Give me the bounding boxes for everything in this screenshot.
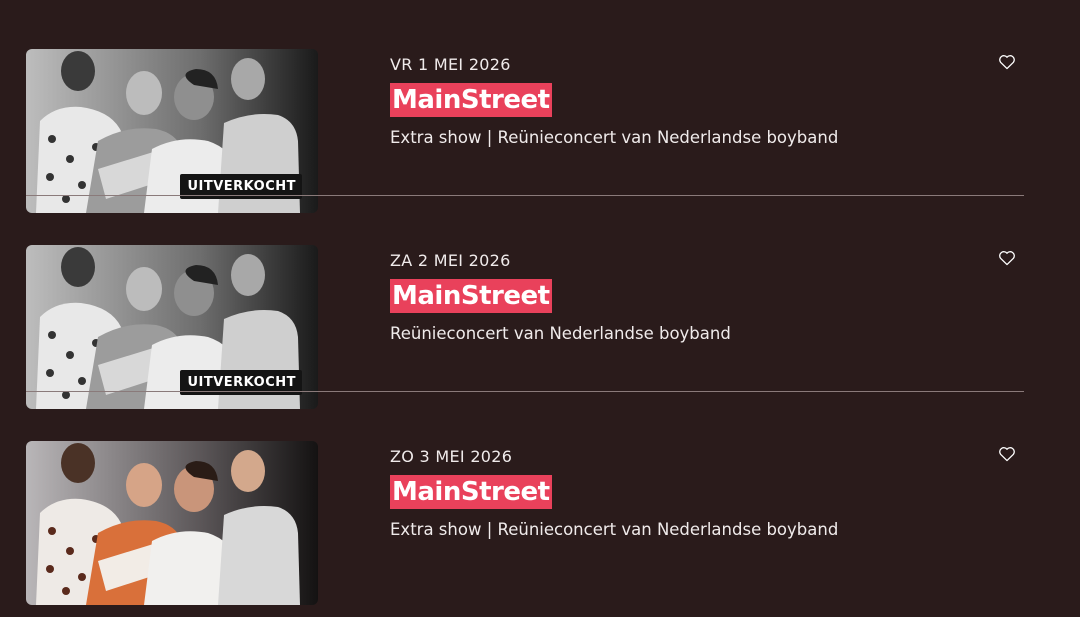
event-image[interactable]: UITVERKOCHT <box>26 49 318 213</box>
heart-outline-icon[interactable] <box>998 446 1016 462</box>
event-row[interactable]: UITVERKOCHT VR 1 MEI 2026 MainStreet Ext… <box>26 0 1024 213</box>
event-row[interactable]: UITVERKOCHT ZA 2 MEI 2026 MainStreet Reü… <box>26 196 1024 409</box>
event-subtitle: Reünieconcert van Nederlandse boyband <box>390 324 731 343</box>
event-date: VR 1 MEI 2026 <box>390 55 511 74</box>
event-image[interactable]: UITVERKOCHT <box>26 245 318 409</box>
heart-outline-icon[interactable] <box>998 54 1016 70</box>
event-title[interactable]: MainStreet <box>390 475 552 509</box>
event-date: ZO 3 MEI 2026 <box>390 447 513 466</box>
event-list: UITVERKOCHT VR 1 MEI 2026 MainStreet Ext… <box>26 0 1024 605</box>
band-photo <box>26 441 318 605</box>
event-row[interactable]: ZO 3 MEI 2026 MainStreet Extra show | Re… <box>26 392 1024 605</box>
event-title[interactable]: MainStreet <box>390 279 552 313</box>
event-subtitle: Extra show | Reünieconcert van Nederland… <box>390 128 839 147</box>
event-title[interactable]: MainStreet <box>390 83 552 117</box>
event-image[interactable] <box>26 441 318 605</box>
event-date: ZA 2 MEI 2026 <box>390 251 511 270</box>
heart-outline-icon[interactable] <box>998 250 1016 266</box>
event-subtitle: Extra show | Reünieconcert van Nederland… <box>390 520 839 539</box>
